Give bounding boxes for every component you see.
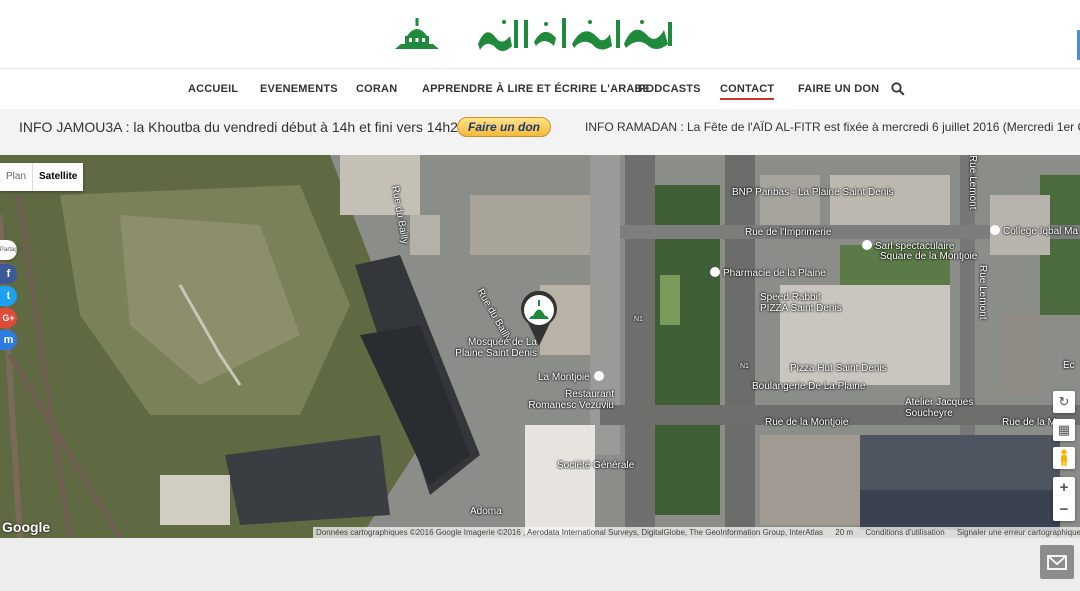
poi-bnp[interactable]: BNP Paribas - La Plaine Saint Denis	[732, 187, 894, 198]
donate-button[interactable]: Faire un don	[457, 117, 551, 137]
map-scale[interactable]: 20 m	[835, 528, 853, 537]
nav-item-accueil[interactable]: ACCUEIL	[188, 83, 238, 95]
page-footer	[0, 538, 1080, 591]
map-attribution-bar: Données cartographiques ©2016 Google Ima…	[313, 527, 1080, 538]
street-label: Rue Lemont	[977, 265, 988, 320]
main-navigation: ACCUEIL EVENEMENTS CORAN APPRENDRE À LIR…	[0, 68, 1080, 109]
map-attribution-data: Données cartographiques ©2016 Google Ima…	[316, 528, 824, 537]
road-shield-label: N1	[634, 316, 643, 323]
map-zoom-controls: + −	[1053, 477, 1075, 521]
mail-contact-button[interactable]	[1040, 545, 1074, 579]
poi-pharmacie[interactable]: Pharmacie de la Plaine	[710, 267, 826, 279]
ticker-jamou3a-text[interactable]: INFO JAMOU3A : la Khoutba du vendredi dé…	[19, 119, 470, 135]
street-label: Rue Lemont	[967, 155, 978, 210]
news-ticker: INFO JAMOU3A : la Khoutba du vendredi dé…	[0, 109, 1080, 155]
street-label: Rue de l'Imprimerie	[745, 227, 832, 238]
site-header	[0, 0, 1080, 68]
poi-speed-rabbit[interactable]: Speed Rabbit PIZZA Saint Denis	[760, 292, 850, 314]
satellite-map[interactable]: Plan Satellite Rue du Bailly Rue du Bail…	[0, 155, 1080, 538]
map-type-satellite-button[interactable]: Satellite	[32, 163, 83, 191]
ticker-ramadan-text[interactable]: INFO RAMADAN : La Fête de l'AÏD AL-FITR …	[585, 120, 1080, 134]
search-icon[interactable]	[891, 82, 905, 96]
calligraphy-logo-icon[interactable]	[474, 14, 676, 54]
nav-item-evenements[interactable]: EVENEMENTS	[260, 83, 338, 95]
zoom-in-button[interactable]: +	[1053, 477, 1075, 499]
poi-atelier[interactable]: Atelier Jacques Soucheyre	[905, 397, 985, 419]
street-label: Rue de la Montjoie	[765, 417, 849, 428]
rotate-map-icon[interactable]: ↻	[1053, 391, 1075, 413]
envelope-icon	[1047, 555, 1067, 570]
poi-restaurant[interactable]: Restaurant Romanesc Vezuviu	[524, 389, 614, 411]
street-view-pegman-icon[interactable]	[1053, 447, 1075, 469]
google-logo[interactable]: Google	[2, 519, 50, 535]
zoom-out-button[interactable]: −	[1053, 499, 1075, 521]
mosque-logo-icon[interactable]	[393, 16, 441, 52]
tilt-map-icon[interactable]: ▦	[1053, 419, 1075, 441]
street-label: Rue de la M	[1002, 417, 1056, 428]
map-terms-link[interactable]: Conditions d'utilisation	[865, 528, 944, 537]
nav-item-coran[interactable]: CORAN	[356, 83, 397, 95]
road-shield-label: N1	[740, 363, 749, 370]
poi-partial-label: Ec	[1063, 360, 1075, 371]
poi-square[interactable]: Square de la Montjoie	[880, 251, 977, 262]
map-report-error-link[interactable]: Signaler une erreur cartographique	[957, 528, 1080, 537]
mosque-map-marker-icon[interactable]	[520, 291, 558, 347]
poi-pizza-hut[interactable]: Pizza Hut Saint Denis	[790, 363, 887, 374]
poi-college[interactable]: College Iqbal Ma	[990, 225, 1078, 237]
nav-item-podcasts[interactable]: PODCASTS	[638, 83, 701, 95]
nav-item-apprendre-arabe[interactable]: APPRENDRE À LIRE ET ÉCRIRE L'ARABE	[422, 83, 650, 95]
poi-la-montjoie[interactable]: La Montjoie	[538, 371, 607, 383]
poi-adoma[interactable]: Adoma	[470, 506, 502, 517]
nav-item-contact[interactable]: CONTACT	[720, 83, 775, 100]
nav-item-faire-un-don[interactable]: FAIRE UN DON	[798, 83, 879, 95]
poi-societe-generale[interactable]: Société Générale	[557, 460, 634, 471]
map-type-toggle: Plan Satellite	[0, 163, 84, 191]
poi-boulangerie[interactable]: Boulangerie De La Plaine	[752, 381, 865, 392]
map-type-plan-button[interactable]: Plan	[0, 163, 32, 191]
